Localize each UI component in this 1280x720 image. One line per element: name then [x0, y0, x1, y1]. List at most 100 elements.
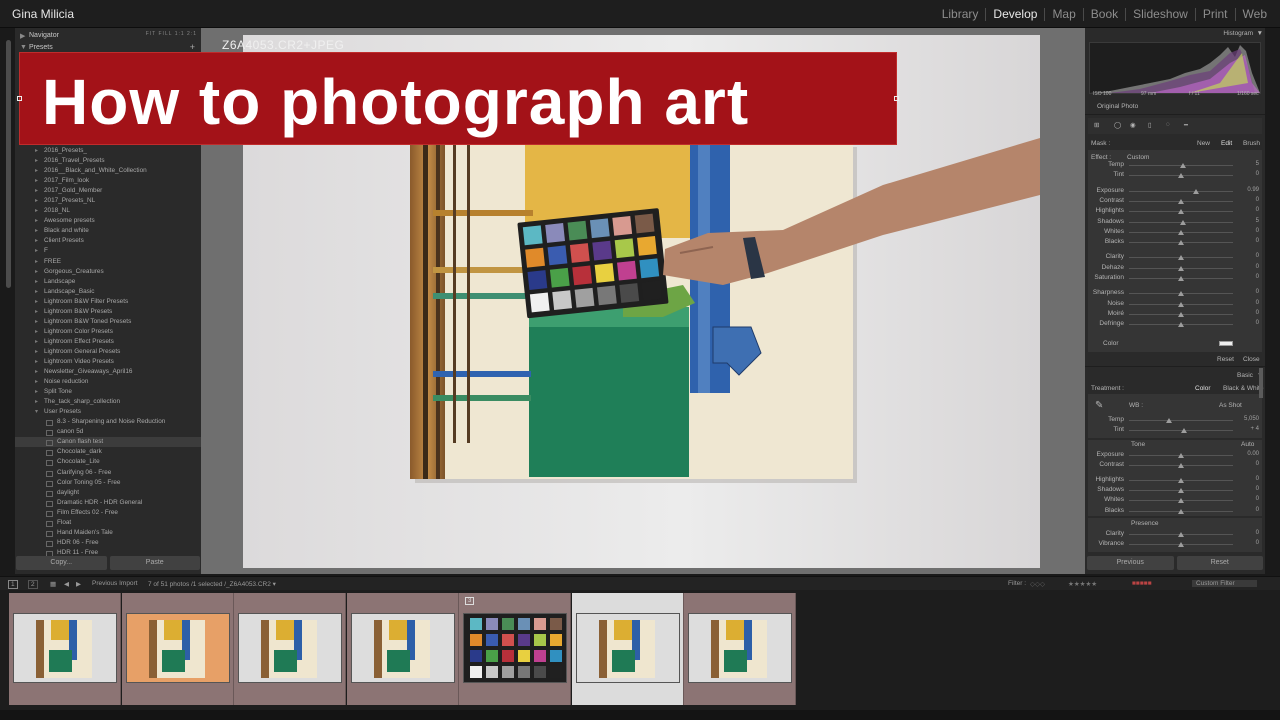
- slider-value[interactable]: 0: [1239, 496, 1259, 502]
- custom-filter-dropdown[interactable]: Custom Filter: [1192, 580, 1257, 587]
- filmstrip-thumbnail[interactable]: 3: [459, 593, 571, 705]
- slider-track[interactable]: [1129, 487, 1233, 493]
- treatment-bw[interactable]: Black & White: [1223, 385, 1263, 392]
- filmstrip-thumbnail[interactable]: [684, 593, 796, 705]
- slider-knob[interactable]: [1178, 463, 1184, 469]
- slider-knob[interactable]: [1178, 301, 1184, 307]
- slider-value[interactable]: 0: [1239, 507, 1259, 513]
- preset-folder[interactable]: Gorgeous_Creatures: [15, 267, 201, 277]
- back-arrow-icon[interactable]: ◀: [64, 580, 69, 588]
- slider-track[interactable]: [1129, 188, 1233, 194]
- slider-track[interactable]: [1129, 163, 1233, 168]
- effect-dropdown[interactable]: Custom: [1127, 154, 1149, 161]
- slider-value[interactable]: 0: [1239, 171, 1259, 177]
- slider-track[interactable]: [1129, 291, 1233, 297]
- spot-removal-icon[interactable]: ◯: [1114, 121, 1121, 129]
- navigator-zoom-options[interactable]: FIT FILL 1:1 2:1: [146, 31, 197, 37]
- photo-count-info[interactable]: 7 of 51 photos /1 selected /_Z6A4053.CR2…: [148, 580, 276, 588]
- module-print[interactable]: Print: [1194, 8, 1235, 21]
- slider-knob[interactable]: [1181, 428, 1188, 434]
- slider-knob[interactable]: [1180, 219, 1187, 225]
- preset-folder[interactable]: Lightroom B&W Presets: [15, 307, 201, 317]
- flag-filter-icons[interactable]: ◇◇◇: [1030, 580, 1045, 588]
- slider-knob[interactable]: [1165, 418, 1172, 423]
- copy-button[interactable]: Copy...: [16, 556, 107, 570]
- module-web[interactable]: Web: [1234, 8, 1274, 21]
- slider-value[interactable]: 5,050: [1239, 416, 1259, 422]
- grid-view-icon[interactable]: ▦: [50, 580, 56, 588]
- module-map[interactable]: Map: [1044, 8, 1082, 21]
- filmstrip-thumbnail[interactable]: [9, 593, 121, 705]
- slider-track[interactable]: [1129, 508, 1233, 514]
- slider-value[interactable]: 0: [1239, 461, 1259, 467]
- mask-new[interactable]: New: [1197, 140, 1210, 147]
- red-eye-icon[interactable]: ◉: [1130, 121, 1136, 129]
- radial-filter-icon[interactable]: ◌: [1166, 121, 1170, 128]
- module-book[interactable]: Book: [1082, 8, 1125, 21]
- module-slideshow[interactable]: Slideshow: [1125, 8, 1195, 21]
- preset-folder[interactable]: The_tack_sharp_collection: [15, 397, 201, 407]
- histogram-collapse-icon[interactable]: ▼: [1257, 30, 1263, 37]
- local-close-button[interactable]: Close: [1243, 356, 1260, 363]
- mask-edit[interactable]: Edit: [1221, 140, 1232, 147]
- slider-track[interactable]: [1129, 542, 1233, 548]
- presets-expand-icon[interactable]: ▼: [20, 44, 27, 51]
- add-preset-icon[interactable]: +: [190, 42, 195, 52]
- preset-item[interactable]: canon 5d: [15, 427, 201, 437]
- slider-track[interactable]: [1129, 418, 1233, 423]
- preset-item[interactable]: Film Effects 02 - Free: [15, 508, 201, 518]
- slider-knob[interactable]: [1178, 532, 1184, 537]
- preset-folder[interactable]: Lightroom General Presets: [15, 347, 201, 357]
- second-window-icon[interactable]: 2: [28, 580, 38, 589]
- preset-folder[interactable]: Awesome presets: [15, 216, 201, 226]
- graduated-filter-icon[interactable]: ▯: [1148, 121, 1152, 129]
- slider-track[interactable]: [1129, 477, 1233, 483]
- preset-folder[interactable]: Newsletter_Giveaways_April16: [15, 367, 201, 377]
- slider-value[interactable]: 0: [1239, 274, 1259, 280]
- preset-folder[interactable]: Lightroom Color Presets: [15, 327, 201, 337]
- slider-value[interactable]: 0: [1239, 300, 1259, 306]
- slider-knob[interactable]: [1178, 311, 1184, 317]
- wb-dropdown[interactable]: As Shot: [1219, 402, 1242, 409]
- slider-knob[interactable]: [1178, 487, 1184, 493]
- filmstrip-thumbnail[interactable]: [571, 593, 684, 705]
- original-photo-label[interactable]: Original Photo: [1097, 103, 1138, 110]
- slider-value[interactable]: 0: [1239, 197, 1259, 203]
- preset-folder[interactable]: F: [15, 246, 201, 256]
- slider-track[interactable]: [1129, 453, 1233, 458]
- slider-value[interactable]: 0: [1239, 207, 1259, 213]
- slider-knob[interactable]: [1178, 173, 1184, 179]
- slider-track[interactable]: [1129, 532, 1233, 537]
- preset-item[interactable]: daylight: [15, 488, 201, 498]
- slider-value[interactable]: 0.00: [1239, 451, 1259, 457]
- slider-value[interactable]: 0: [1239, 264, 1259, 270]
- mask-brush[interactable]: Brush: [1243, 140, 1260, 147]
- preset-folder[interactable]: Landscape: [15, 277, 201, 287]
- preset-item[interactable]: 8.3 - Sharpening and Noise Reduction: [15, 417, 201, 427]
- color-swatch[interactable]: [1219, 341, 1233, 346]
- left-scrollbar[interactable]: [6, 40, 11, 288]
- slider-value[interactable]: 0: [1239, 238, 1259, 244]
- preset-item[interactable]: Float: [15, 518, 201, 528]
- filmstrip-thumbnail[interactable]: [346, 593, 459, 705]
- histogram-title[interactable]: Histogram: [1223, 30, 1253, 37]
- slider-track[interactable]: [1129, 209, 1233, 215]
- preset-item[interactable]: Chocolate_dark: [15, 447, 201, 457]
- slider-value[interactable]: 0: [1239, 310, 1259, 316]
- crop-icon[interactable]: ⊞: [1094, 121, 1099, 129]
- slider-knob[interactable]: [1178, 255, 1184, 261]
- slider-value[interactable]: 0: [1239, 476, 1259, 482]
- slider-knob[interactable]: [1178, 322, 1184, 328]
- preset-folder[interactable]: 2017_Gold_Member: [15, 186, 201, 196]
- preset-folder[interactable]: Split Tone: [15, 387, 201, 397]
- slider-track[interactable]: [1129, 311, 1233, 317]
- slider-track[interactable]: [1129, 428, 1233, 434]
- slider-knob[interactable]: [1178, 508, 1184, 514]
- previous-button[interactable]: Previous: [1087, 556, 1174, 570]
- slider-knob[interactable]: [1178, 198, 1184, 204]
- preset-folder[interactable]: Lightroom Video Presets: [15, 357, 201, 367]
- histogram[interactable]: [1089, 42, 1261, 94]
- preset-item[interactable]: Canon flash test: [15, 437, 201, 448]
- slider-value[interactable]: 0: [1239, 540, 1259, 546]
- slider-track[interactable]: [1129, 255, 1233, 261]
